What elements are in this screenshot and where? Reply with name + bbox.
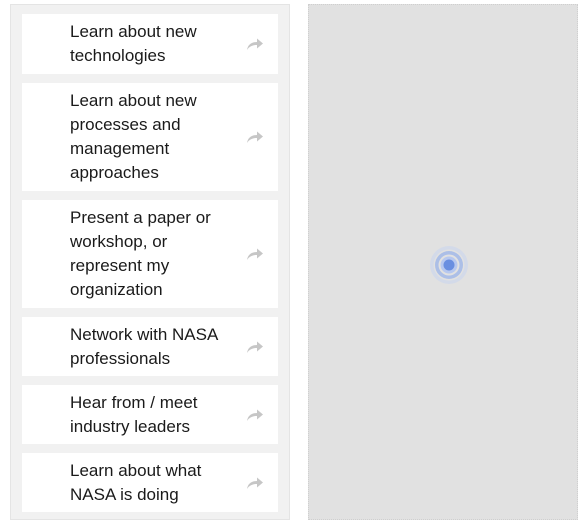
option-label: Present a paper or workshop, or represen… (70, 208, 211, 299)
option-label: Learn about new technologies (70, 22, 197, 65)
ranking-drop-zone[interactable] (308, 4, 578, 520)
option-item-present-paper[interactable]: Present a paper or workshop, or represen… (22, 200, 278, 308)
option-item-network-nasa[interactable]: Network with NASA professionals (22, 317, 278, 376)
option-item-industry-leaders[interactable]: Hear from / meet industry leaders (22, 385, 278, 444)
option-label: Hear from / meet industry leaders (70, 392, 198, 436)
share-arrow-icon (246, 247, 264, 261)
share-arrow-icon (246, 476, 264, 490)
option-item-what-nasa-doing[interactable]: Learn about what NASA is doing (22, 453, 278, 512)
loading-ripple-icon (429, 245, 469, 285)
options-list: Learn about new technologies Learn about… (10, 4, 290, 520)
option-item-learn-new-processes[interactable]: Learn about new processes and management… (22, 83, 278, 191)
option-label: Learn about what NASA is doing (70, 460, 202, 504)
option-label: Network with NASA professionals (70, 324, 218, 368)
option-label: Learn about new processes and management… (70, 91, 197, 182)
share-arrow-icon (246, 37, 264, 51)
ranking-question: Learn about new technologies Learn about… (0, 0, 578, 524)
share-arrow-icon (246, 340, 264, 354)
share-arrow-icon (246, 408, 264, 422)
share-arrow-icon (246, 130, 264, 144)
option-item-learn-new-technologies[interactable]: Learn about new technologies (22, 14, 278, 74)
